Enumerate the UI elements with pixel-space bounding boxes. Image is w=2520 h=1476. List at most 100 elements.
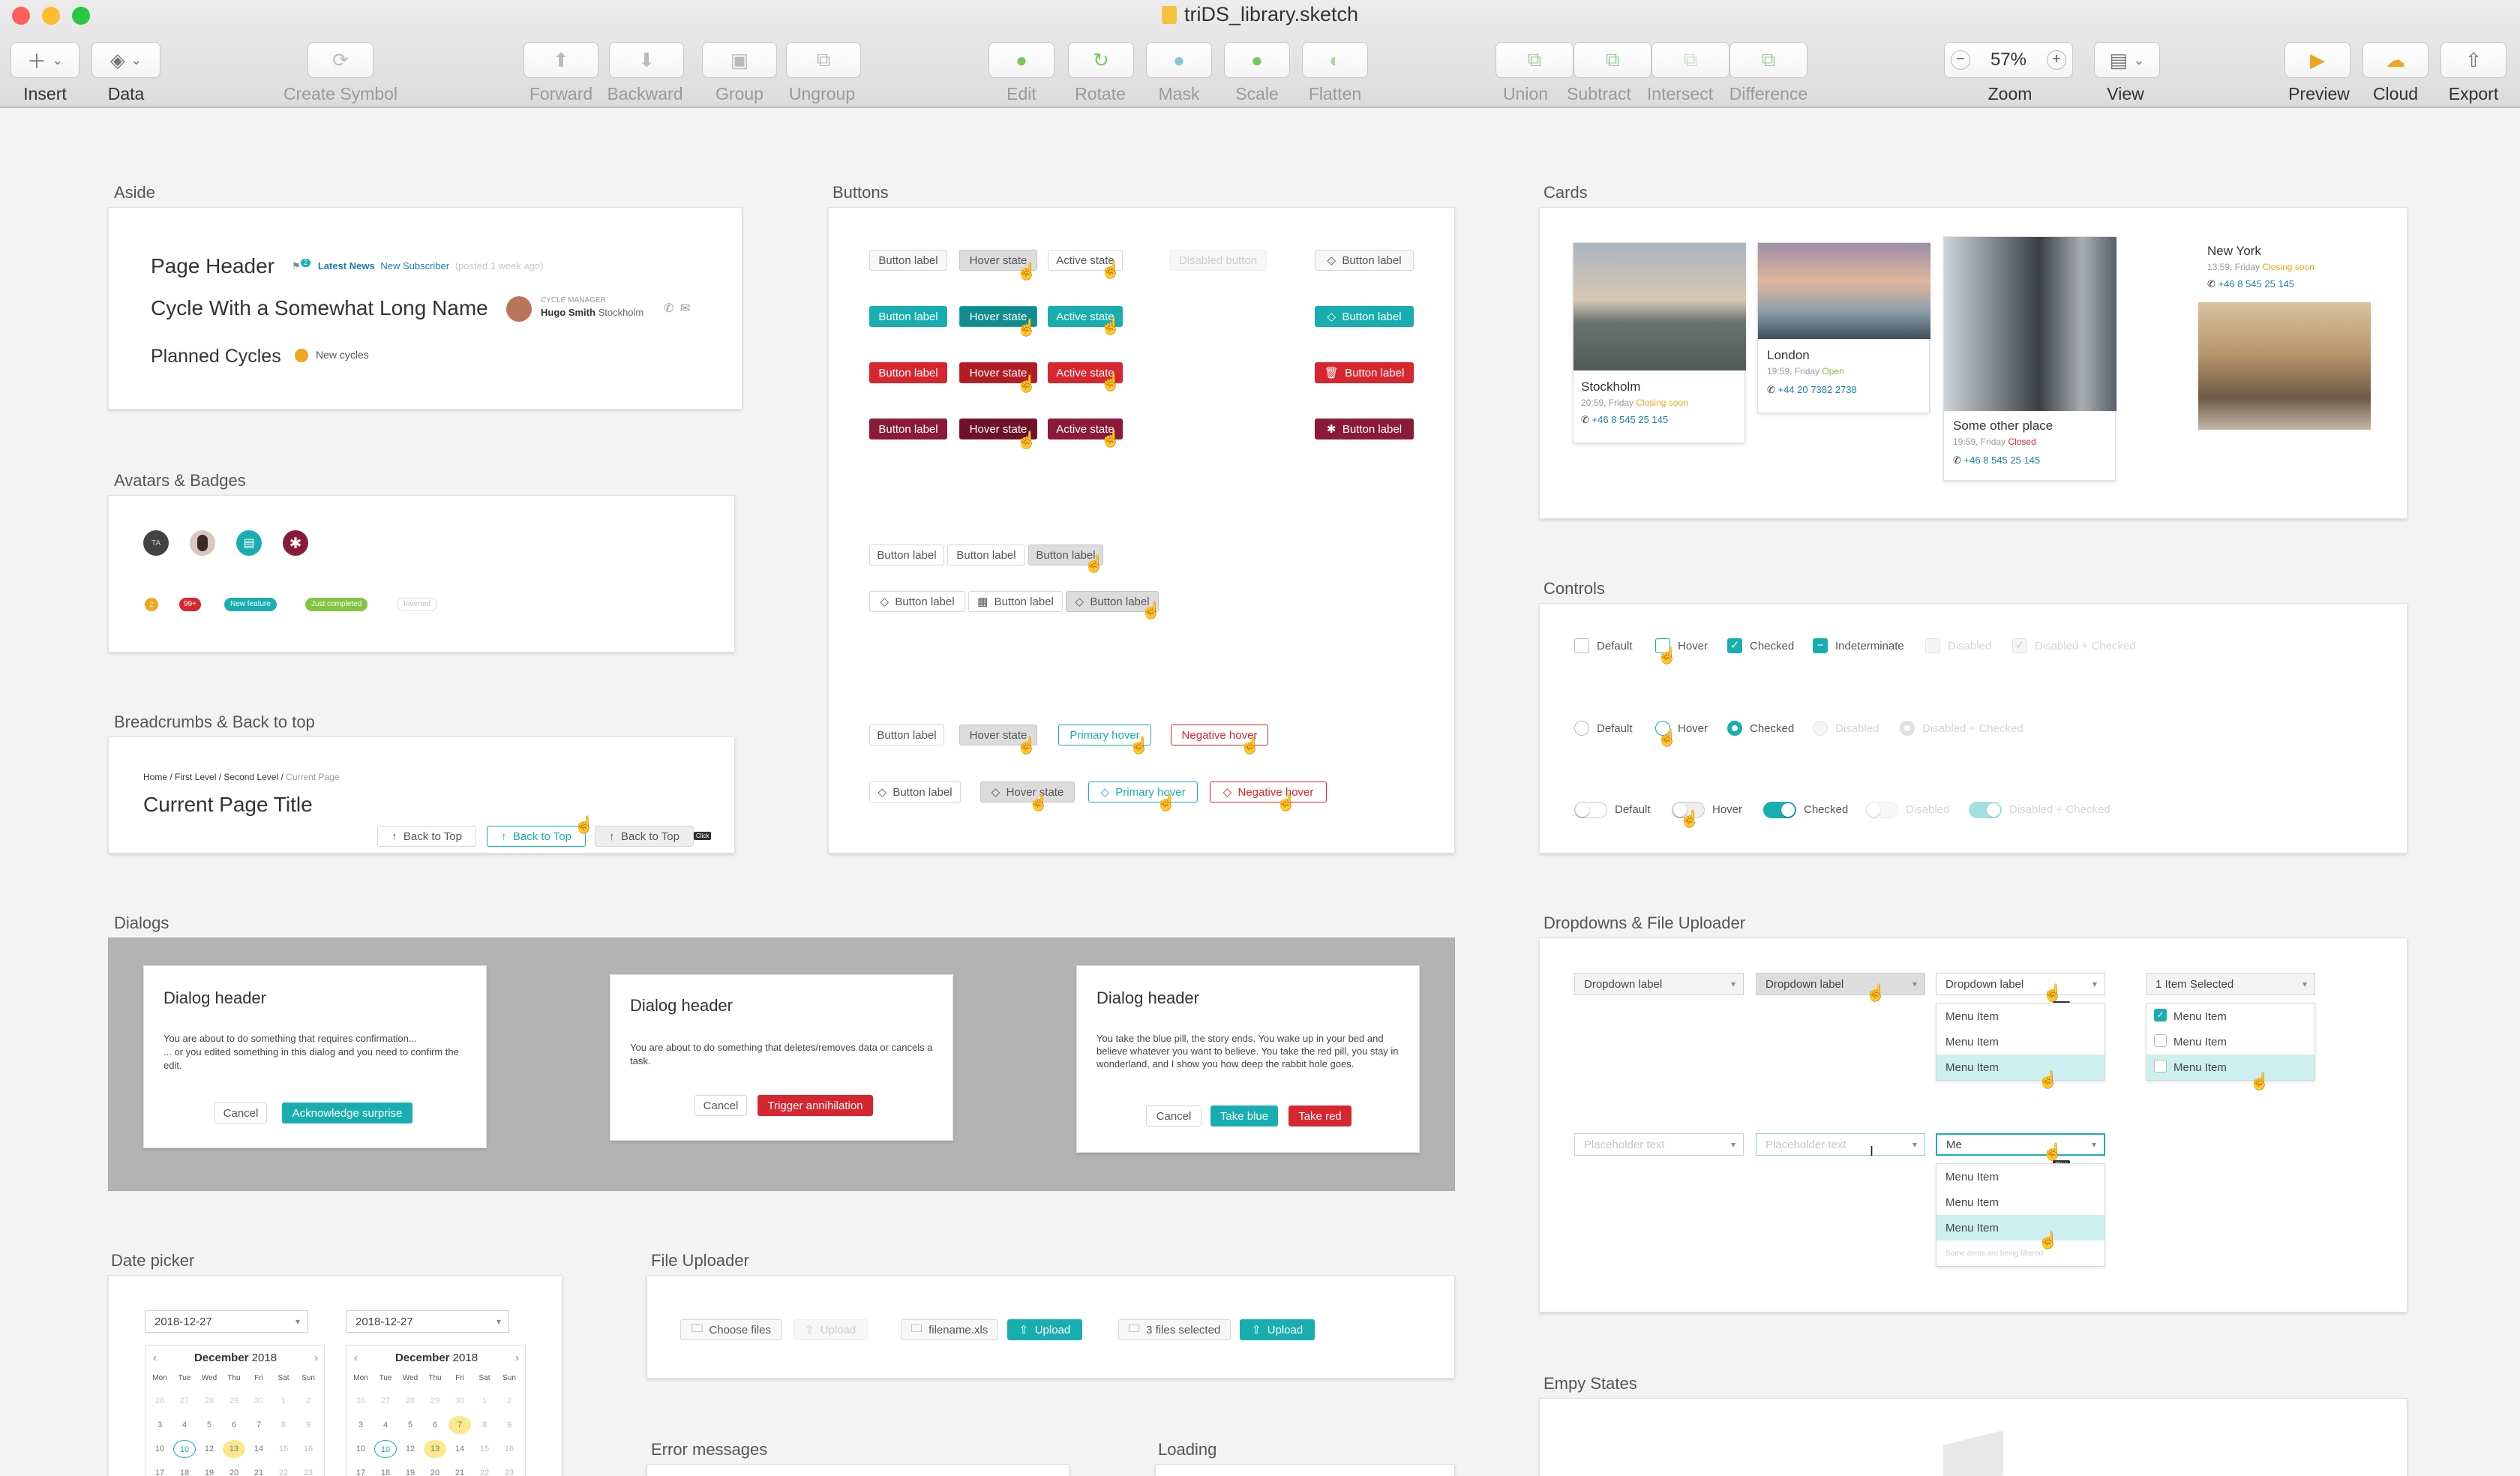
avatars-artboard[interactable]: TA ▤ ✱ 2 99+ New feature Just completed … [108,495,735,652]
chevron-left-icon[interactable]: ‹ [354,1352,358,1364]
new-subscriber-link[interactable]: New Subscriber [380,260,449,272]
multi-select-dropdown[interactable]: 1 Item Selected [2146,973,2315,995]
menu-item[interactable]: Menu Item [1936,1215,2104,1240]
toggle-disabled-checked[interactable] [1969,802,2002,818]
calendar-day[interactable]: 30 [248,1392,270,1410]
calendar-day[interactable]: 8 [473,1416,496,1434]
ungroup-button[interactable]: ⧉ [786,42,861,78]
cloud-button[interactable]: ☁ [2362,42,2428,78]
menu-item[interactable]: Menu Item [1936,1054,2104,1080]
calendar-day[interactable]: 18 [173,1464,196,1476]
calendar-day[interactable]: 26 [148,1392,171,1410]
breadcrumb-second[interactable]: Second Level [224,772,278,782]
combobox-placeholder[interactable]: Placeholder text [1574,1133,1744,1156]
menu-item-hover[interactable]: Menu Item [2146,1054,2314,1080]
calendar-day[interactable]: 15 [473,1440,496,1458]
checkbox-disabled[interactable] [1925,638,1940,653]
radio-disabled[interactable] [1813,721,1828,736]
calendar-day[interactable]: 19 [399,1464,422,1476]
calendar-day[interactable]: 22 [272,1464,295,1476]
calendar-day[interactable]: 27 [374,1392,397,1410]
calendar-day[interactable]: 10 [148,1440,171,1458]
calendar-day[interactable]: 29 [223,1392,245,1410]
calendar-day[interactable]: 4 [173,1416,196,1434]
calendar-day[interactable]: 3 [148,1416,171,1434]
errors-artboard[interactable] [646,1464,1070,1476]
calendar-day[interactable]: 10 [374,1440,397,1458]
combobox-hover[interactable]: Placeholder text [1756,1133,1925,1156]
calendar-day[interactable]: 6 [223,1416,245,1434]
breadcrumb-first[interactable]: First Level [175,772,216,782]
primary-outline-icon-button[interactable]: ◇ Primary hover [1088,782,1198,802]
mask-button[interactable]: ● [1146,42,1212,78]
toggle-checked[interactable] [1763,802,1796,818]
zoom-out-button[interactable]: − [1951,50,1970,70]
chevron-right-icon[interactable]: › [314,1352,318,1364]
date-input-2[interactable]: 2018-12-27 [346,1310,509,1333]
buttons-artboard[interactable]: Button label Hover state Active state Di… [828,207,1455,854]
calendar-day[interactable]: 18 [374,1464,397,1476]
dropdown-default[interactable]: Dropdown label [1574,973,1744,995]
take-red-button[interactable]: Take red [1288,1106,1352,1126]
button-with-icon[interactable]: ◇ Button label [1315,250,1414,271]
segmented-button-2[interactable]: Button label [947,544,1025,566]
ghost-icon-hover-button[interactable]: ◇ Hover state [980,782,1075,802]
menu-item[interactable]: Menu Item [1936,1164,2104,1190]
location-card-london[interactable]: London 19:59, Friday Open ✆ +44 20 7382 … [1757,242,1930,413]
primary-button-with-icon[interactable]: ◇ Button label [1315,306,1414,327]
date-input-1[interactable]: 2018-12-27 [145,1310,308,1333]
menu-item-checked[interactable]: ✓ Menu Item [2146,1004,2314,1029]
upload-button-disabled[interactable]: ⇪ Upload [793,1319,868,1340]
calendar-day[interactable]: 12 [198,1440,220,1458]
location-card-new-york[interactable]: New York 13:59, Friday Closing soon ✆ +4… [2198,235,2371,437]
calendar-day[interactable]: 16 [297,1440,320,1458]
cards-artboard[interactable]: Stockholm 20:59, Friday Closing soon ✆ +… [1539,207,2408,519]
calendar-day[interactable]: 22 [473,1464,496,1476]
menu-item[interactable]: Menu Item [1936,1190,2104,1215]
delete-dialog[interactable]: Dialog header You are about to do someth… [610,974,953,1141]
calendar-day[interactable]: 2 [498,1392,520,1410]
calendar-day[interactable]: 1 [473,1392,496,1410]
cancel-button[interactable]: Cancel [694,1095,747,1116]
subtract-button[interactable]: ⧉ [1574,42,1652,78]
dropdowns-artboard[interactable]: Dropdown label Dropdown label ☝ Dropdown… [1539,938,2408,1312]
empty-states-artboard[interactable] [1539,1398,2408,1476]
upload-button[interactable]: ⇪ Upload [1007,1319,1082,1340]
radio-checked[interactable] [1727,721,1742,736]
calendar-day[interactable]: 17 [350,1464,372,1476]
ghost-button[interactable]: Button label [869,724,944,746]
zoom-control[interactable]: − 57% + [1944,42,2073,78]
back-to-top-hover-button[interactable]: ↑ Back to Top [487,826,586,847]
breadcrumbs-artboard[interactable]: Home / First Level / Second Level / Curr… [108,736,735,854]
edit-button[interactable]: ● [988,42,1054,78]
checkbox-indeterminate[interactable]: − [1813,638,1828,653]
calendar-day[interactable]: 20 [223,1464,245,1476]
back-to-top-active-button[interactable]: ↑ Back to Top [595,826,694,847]
trigger-annihilation-button[interactable]: Trigger annihilation [758,1095,873,1116]
group-button[interactable]: ▣ [702,42,777,78]
calendar-day[interactable]: 3 [350,1416,372,1434]
upload-button[interactable]: ⇪ Upload [1240,1319,1315,1340]
create-symbol-button[interactable]: ⟳ [308,42,374,78]
calendar-day[interactable]: 6 [424,1416,446,1434]
combobox-active[interactable]: Me [1936,1133,2105,1156]
datepicker-artboard[interactable]: 2018-12-27 2018-12-27 ‹December 2018›Mon… [108,1275,562,1476]
card-phone[interactable]: ✆ +46 8 545 25 145 [1953,454,2040,466]
calendar-day[interactable]: 19 [198,1464,220,1476]
calendar-day[interactable]: 16 [498,1440,520,1458]
dropdown-hover[interactable]: Dropdown label [1756,973,1925,995]
preview-button[interactable]: ▶ [2284,42,2350,78]
cancel-button[interactable]: Cancel [214,1102,267,1124]
zoom-in-button[interactable]: + [2046,50,2066,70]
file-name-button[interactable]: 🗀 filename.xls [901,1319,998,1340]
scale-button[interactable]: ● [1224,42,1290,78]
button-default[interactable]: Button label [869,250,947,271]
calendar-day[interactable]: 21 [448,1464,471,1476]
calendar-day[interactable]: 4 [374,1416,397,1434]
calendar-day[interactable]: 10 [173,1440,196,1458]
calendar-day[interactable]: 21 [248,1464,270,1476]
dropdown-open[interactable]: Dropdown label [1936,973,2105,995]
location-card-other[interactable]: Some other place 19:59, Friday Closed ✆ … [1943,236,2116,481]
chevron-left-icon[interactable]: ‹ [153,1352,157,1364]
menu-item-unchecked[interactable]: Menu Item [2146,1029,2314,1054]
